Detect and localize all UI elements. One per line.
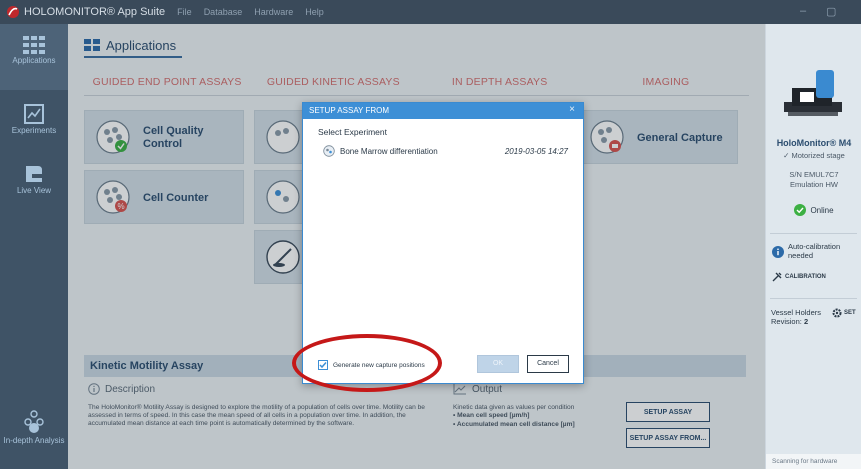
dialog-subtitle: Select Experiment [318, 127, 387, 137]
online-check-icon [794, 204, 807, 216]
sidebar: Applications Experiments Live View In-de… [0, 24, 68, 469]
experiment-row[interactable]: Bone Marrow differentiation 2019-03-05 1… [323, 145, 573, 159]
menu-help[interactable]: Help [305, 7, 324, 17]
app-title: HOLOMONITOR® App Suite [24, 6, 166, 18]
sidebar-item-label: Experiments [11, 126, 57, 135]
holomonitor-device-icon [784, 70, 842, 116]
sidebar-item-experiments[interactable]: Experiments [0, 100, 68, 160]
dialog-title-bar: SETUP ASSAY FROM × [303, 103, 583, 119]
emulation-label: Emulation HW [790, 180, 838, 189]
chart-icon [24, 104, 44, 124]
sidebar-item-applications[interactable]: Applications [0, 24, 68, 90]
set-label: SET [844, 310, 856, 316]
app-logo-icon [7, 6, 19, 18]
revision-label: Revision: [771, 317, 802, 326]
maximize-button[interactable]: ▢ [826, 5, 836, 18]
title-bar: HOLOMONITOR® App Suite File Database Har… [0, 0, 861, 24]
vessel-holders: Vessel Holders Revision: 2 [771, 308, 831, 326]
serial-number: S/N EMUL7C7 [789, 170, 839, 179]
online-status: Online [766, 204, 861, 216]
experiment-icon [323, 145, 335, 157]
vessel-holders-label: Vessel Holders [771, 308, 822, 317]
sidebar-item-live-view[interactable]: Live View [0, 160, 68, 220]
experiment-date: 2019-03-05 14:27 [504, 147, 568, 156]
info-filled-icon [772, 246, 784, 258]
menu-file[interactable]: File [177, 7, 192, 17]
dialog-title: SETUP ASSAY FROM [309, 106, 390, 115]
highlight-ellipse [292, 334, 442, 392]
analysis-icon [24, 410, 44, 433]
calibration-button[interactable]: CALIBRATION [772, 272, 826, 282]
calibration-message: Auto-calibration needed [788, 242, 841, 260]
scanning-status: Scanning for hardware [766, 454, 861, 469]
gear-icon [832, 308, 842, 318]
menu-hardware[interactable]: Hardware [254, 7, 293, 17]
device-panel: HoloMonitor® M4 ✓ Motorized stage S/N EM… [765, 24, 861, 469]
divider [770, 233, 857, 234]
divider [770, 298, 857, 299]
sidebar-item-label: In-depth Analysis [3, 436, 65, 445]
set-button[interactable]: SET [832, 308, 856, 318]
experiment-name: Bone Marrow differentiation [340, 147, 438, 156]
sidebar-item-label: Applications [12, 56, 56, 65]
wrench-icon [772, 272, 782, 282]
sidebar-item-in-depth-analysis[interactable]: In-depth Analysis [0, 410, 68, 466]
calibration-label: CALIBRATION [785, 274, 826, 280]
microscope-icon [26, 166, 42, 182]
revision-value: 2 [803, 317, 809, 326]
stage-status: ✓ Motorized stage [783, 151, 845, 160]
device-name: HoloMonitor® M4 [776, 138, 852, 148]
close-icon[interactable]: × [569, 104, 575, 115]
ok-button[interactable]: OK [477, 355, 519, 373]
menu-database[interactable]: Database [204, 7, 243, 17]
online-label: Online [810, 205, 834, 215]
cancel-button[interactable]: Cancel [527, 355, 569, 373]
grid-icon [23, 36, 45, 54]
minimize-button[interactable]: – [800, 5, 806, 17]
sidebar-item-label: Live View [16, 186, 52, 195]
